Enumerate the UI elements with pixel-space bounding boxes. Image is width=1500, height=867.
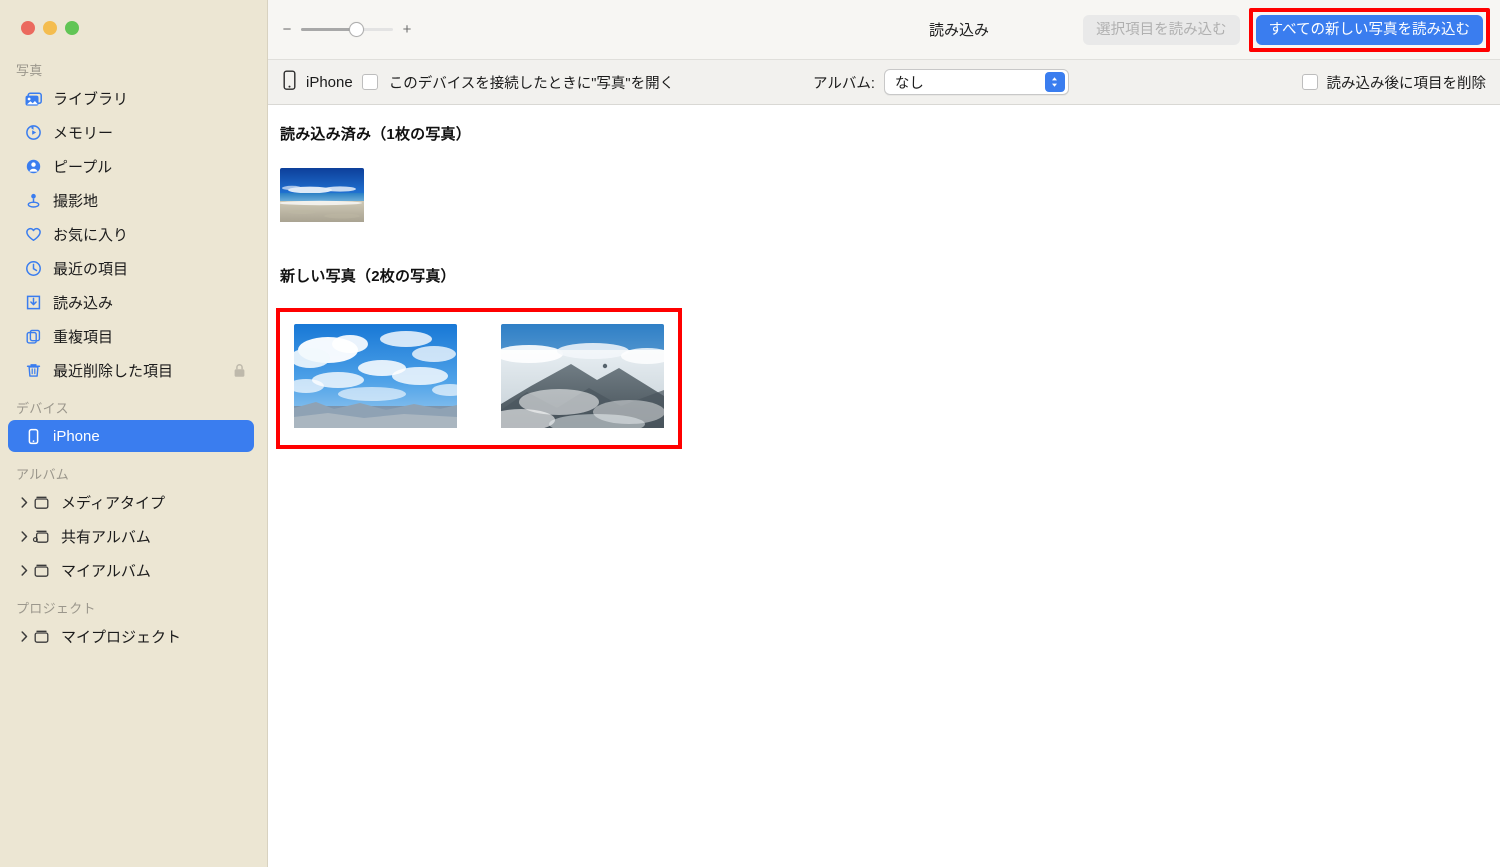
iphone-icon <box>282 70 297 95</box>
zoom-out-icon[interactable]: − <box>282 22 292 37</box>
sidebar-item-recently-deleted[interactable]: 最近削除した項目 <box>8 354 254 386</box>
map-pin-icon <box>24 191 43 210</box>
import-all-highlight-box: すべての新しい写真を読み込む <box>1248 7 1490 52</box>
iphone-icon <box>24 427 43 446</box>
album-folder-icon <box>32 493 51 512</box>
import-arrow-icon <box>24 293 43 312</box>
sidebar-item-people[interactable]: ピープル <box>8 150 254 182</box>
sidebar-item-label: iPhone <box>53 427 100 445</box>
photo-library-icon <box>24 89 43 108</box>
chevron-right-icon[interactable] <box>18 630 30 642</box>
import-all-new-photos-button[interactable]: すべての新しい写真を読み込む <box>1255 14 1483 45</box>
import-content: 読み込み済み（1枚の写真） 新しい写真（2枚の写真） <box>268 105 1500 867</box>
blue-sky-clouds-photo[interactable] <box>294 324 457 433</box>
delete-after-import-checkbox[interactable] <box>1301 74 1318 90</box>
delete-after-import-group: 読み込み後に項目を削除 <box>1301 72 1487 93</box>
sidebar-section-header: デバイス <box>16 401 69 416</box>
open-photos-on-connect-label: このデバイスを接続したときに"写真"を開く <box>388 75 675 92</box>
device-bar: iPhone このデバイスを接続したときに"写真"を開く アルバム: なし 読み… <box>268 59 1500 105</box>
sidebar-item-favorites[interactable]: お気に入り <box>8 218 254 250</box>
shared-album-icon <box>32 527 51 546</box>
sidebar-group-projects: プロジェクト マイプロジェクト <box>0 600 267 652</box>
section-title: 新しい写真（2枚の写真） <box>280 268 456 285</box>
people-icon <box>24 157 43 176</box>
sidebar-item-places[interactable]: 撮影地 <box>8 184 254 216</box>
chevron-right-icon[interactable] <box>18 496 30 508</box>
new-photos-selection-highlight <box>276 308 682 449</box>
album-picker-group: アルバム: なし <box>813 69 1069 95</box>
section-imported: 読み込み済み（1枚の写真） <box>268 123 1500 227</box>
album-label: アルバム: <box>813 75 875 92</box>
chevron-right-icon[interactable] <box>18 530 30 542</box>
open-photos-on-connect-checkbox[interactable] <box>361 74 378 90</box>
duplicates-icon <box>24 327 43 346</box>
minimize-window-button[interactable] <box>43 21 57 35</box>
sidebar-item-label: 重複項目 <box>53 328 114 346</box>
sidebar-section-header: アルバム <box>16 467 70 482</box>
sidebar: 写真 ライブラリ メモリー ピープル 撮影地 お気に入り 最近の項目 読み込み … <box>0 0 268 867</box>
sidebar-item-label: 読み込み <box>53 294 114 312</box>
beach-ocean-photo[interactable] <box>280 168 364 227</box>
sidebar-section-header: プロジェクト <box>16 601 96 616</box>
sidebar-item-label: ライブラリ <box>53 90 129 108</box>
album-select[interactable]: なし <box>883 69 1069 95</box>
sidebar-item-label: マイアルバム <box>61 562 151 580</box>
sidebar-item-recents[interactable]: 最近の項目 <box>8 252 254 284</box>
sidebar-item-library[interactable]: ライブラリ <box>8 82 254 114</box>
device-name: iPhone <box>306 73 353 91</box>
imported-thumbnails <box>280 168 1500 227</box>
device-identity: iPhone このデバイスを接続したときに"写真"を開く <box>282 70 674 95</box>
sidebar-item-my-albums[interactable]: マイアルバム <box>8 554 254 586</box>
misty-mountain-photo[interactable] <box>501 324 664 433</box>
sidebar-item-iphone[interactable]: iPhone <box>8 420 254 452</box>
photos-app-window: 写真 ライブラリ メモリー ピープル 撮影地 お気に入り 最近の項目 読み込み … <box>0 0 1500 867</box>
sidebar-item-my-projects[interactable]: マイプロジェクト <box>8 620 254 652</box>
sidebar-item-label: 撮影地 <box>53 192 99 210</box>
sidebar-item-import[interactable]: 読み込み <box>8 286 254 318</box>
toolbar: − + 読み込み 選択項目を読み込む すべての新しい写真を読み込む <box>268 0 1500 59</box>
sidebar-item-label: ピープル <box>53 158 113 176</box>
maximize-window-button[interactable] <box>65 21 79 35</box>
sidebar-item-label: メモリー <box>53 124 114 142</box>
slider-fill <box>301 28 357 31</box>
sidebar-item-label: 最近の項目 <box>53 260 129 278</box>
section-title: 読み込み済み（1枚の写真） <box>280 126 471 143</box>
delete-after-import-label: 読み込み後に項目を削除 <box>1326 75 1487 92</box>
thumbnail-size-slider[interactable] <box>301 22 393 38</box>
sidebar-item-shared-albums[interactable]: 共有アルバム <box>8 520 254 552</box>
sidebar-item-media-types[interactable]: メディアタイプ <box>8 486 254 518</box>
import-selected-button[interactable]: 選択項目を読み込む <box>1083 14 1240 45</box>
sidebar-item-label: メディアタイプ <box>61 494 165 512</box>
album-folder-icon <box>32 561 51 580</box>
sidebar-section-header: 写真 <box>16 63 43 78</box>
thumbnail-size-slider-group[interactable]: − + <box>282 22 412 38</box>
trash-icon <box>24 361 43 380</box>
sidebar-group-devices: デバイス iPhone <box>0 400 267 452</box>
window-traffic-lights <box>21 21 79 35</box>
chevron-updown-icon[interactable] <box>1044 72 1065 92</box>
sidebar-item-label: お気に入り <box>53 226 129 244</box>
sidebar-item-label: マイプロジェクト <box>61 628 182 646</box>
zoom-in-icon[interactable]: + <box>402 22 412 37</box>
lock-icon <box>233 363 246 378</box>
main-area: − + 読み込み 選択項目を読み込む すべての新しい写真を読み込む iPhone… <box>268 0 1500 867</box>
album-folder-icon <box>32 627 51 646</box>
album-select-value: なし <box>894 75 924 92</box>
chevron-right-icon[interactable] <box>18 564 30 576</box>
sidebar-item-label: 共有アルバム <box>61 528 151 546</box>
sidebar-item-label: 最近削除した項目 <box>53 362 174 380</box>
sidebar-item-memories[interactable]: メモリー <box>8 116 254 148</box>
clock-icon <box>24 259 43 278</box>
slider-knob[interactable] <box>348 22 364 37</box>
heart-icon <box>24 225 43 244</box>
section-new-photos: 新しい写真（2枚の写真） <box>268 265 1500 449</box>
sidebar-group-albums: アルバム メディアタイプ 共有アルバム マイアルバム <box>0 466 267 586</box>
sidebar-group-photos: 写真 ライブラリ メモリー ピープル 撮影地 お気に入り 最近の項目 読み込み … <box>0 62 267 386</box>
sidebar-item-duplicates[interactable]: 重複項目 <box>8 320 254 352</box>
memories-icon <box>24 123 43 142</box>
toolbar-actions: 選択項目を読み込む すべての新しい写真を読み込む <box>1083 7 1490 52</box>
close-window-button[interactable] <box>21 21 35 35</box>
